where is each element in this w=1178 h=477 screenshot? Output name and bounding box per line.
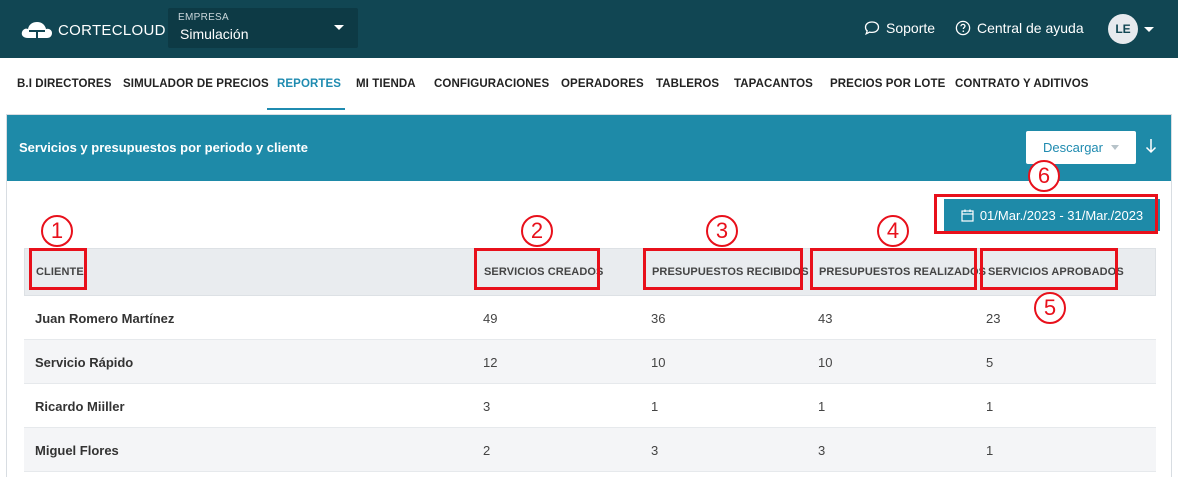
panel-header: Servicios y presupuestos por periodo y c…	[7, 115, 1171, 181]
report-panel: Servicios y presupuestos por periodo y c…	[6, 114, 1172, 477]
annotation-marker-2: 2	[521, 215, 553, 247]
table-row: Miguel Flores 2 3 3 1	[24, 428, 1156, 472]
cell-servicios-creados: 2	[483, 443, 491, 458]
annotation-box-presupuestos-realizados	[810, 248, 977, 290]
annotation-box-servicios-creados	[474, 248, 600, 290]
brand-logo[interactable]: CORTECLOUD	[20, 18, 166, 42]
cell-servicios-creados: 12	[483, 355, 498, 370]
main-nav: B.I DIRECTORES SIMULADOR DE PRECIOS REPO…	[0, 58, 1178, 110]
cell-presupuestos-realizados: 1	[818, 399, 826, 414]
nav-mi-tienda[interactable]: MI TIENDA	[356, 78, 416, 90]
download-label: Descargar	[1043, 140, 1103, 155]
support-label: Soporte	[886, 20, 936, 36]
cell-servicios-creados: 49	[483, 311, 498, 326]
company-selector[interactable]: EMPRESA Simulación	[168, 8, 358, 48]
cell-servicios-aprobados: 1	[986, 399, 994, 414]
cell-cliente: Ricardo Miiller	[35, 399, 125, 414]
nav-precios-por-lote[interactable]: PRECIOS POR LOTE	[830, 78, 945, 90]
cell-servicios-aprobados: 23	[986, 311, 1001, 326]
arrow-down-icon[interactable]	[1145, 138, 1157, 154]
support-link[interactable]: Soporte	[864, 20, 935, 36]
nav-bi-directores[interactable]: B.I DIRECTORES	[17, 78, 111, 90]
company-value: Simulación	[180, 26, 249, 42]
annotation-marker-4: 4	[877, 215, 909, 247]
panel-title: Servicios y presupuestos por periodo y c…	[19, 140, 308, 155]
annotation-marker-6: 6	[1028, 160, 1060, 192]
cell-cliente: Juan Romero Martínez	[35, 311, 175, 326]
cell-cliente: Miguel Flores	[35, 443, 119, 458]
annotation-marker-3: 3	[706, 215, 738, 247]
chevron-down-icon	[1110, 145, 1119, 150]
help-center-link[interactable]: Central de ayuda	[955, 20, 1084, 36]
nav-tableros[interactable]: TABLEROS	[656, 78, 719, 90]
cell-servicios-aprobados: 5	[986, 355, 994, 370]
table-row: Ricardo Miiller 3 1 1 1	[24, 384, 1156, 428]
avatar: LE	[1108, 14, 1138, 44]
cell-presupuestos-realizados: 3	[818, 443, 826, 458]
brand-name: CORTECLOUD	[58, 21, 166, 39]
annotation-box-presupuestos-recibidos	[643, 248, 803, 290]
active-tab-indicator	[267, 108, 345, 110]
help-label: Central de ayuda	[977, 20, 1084, 36]
table-row: Servicio Rápido 12 10 10 5	[24, 340, 1156, 384]
annotation-box-date-range	[934, 194, 1158, 234]
company-label: EMPRESA	[178, 12, 230, 23]
annotation-box-servicios-aprobados	[980, 248, 1118, 290]
nav-reportes[interactable]: REPORTES	[277, 78, 341, 90]
nav-configuraciones[interactable]: CONFIGURACIONES	[434, 78, 549, 90]
annotation-marker-1: 1	[41, 215, 73, 247]
cell-servicios-aprobados: 1	[986, 443, 994, 458]
nav-simulador-de-precios[interactable]: SIMULADOR DE PRECIOS	[123, 78, 269, 90]
annotation-marker-5: 5	[1034, 292, 1066, 324]
nav-operadores[interactable]: OPERADORES	[561, 78, 644, 90]
nav-tapacantos[interactable]: TAPACANTOS	[734, 78, 813, 90]
chat-bubble-icon	[864, 20, 880, 36]
cell-presupuestos-realizados: 43	[818, 311, 833, 326]
cloud-logo-icon	[20, 20, 54, 40]
cell-servicios-creados: 3	[483, 399, 491, 414]
table-row: Juan Romero Martínez 49 36 43 23	[24, 296, 1156, 340]
cell-presupuestos-realizados: 10	[818, 355, 833, 370]
cell-presupuestos-recibidos: 3	[651, 443, 659, 458]
top-bar: CORTECLOUD EMPRESA Simulación Soporte Ce…	[0, 0, 1178, 58]
cell-presupuestos-recibidos: 10	[651, 355, 666, 370]
chevron-down-icon	[334, 25, 344, 30]
nav-contrato-y-aditivos[interactable]: CONTRATO Y ADITIVOS	[955, 78, 1089, 90]
cell-presupuestos-recibidos: 1	[651, 399, 659, 414]
cell-cliente: Servicio Rápido	[35, 355, 134, 370]
annotation-box-cliente	[29, 248, 87, 290]
help-circle-icon	[955, 20, 971, 36]
chevron-down-icon	[1144, 26, 1154, 32]
cell-presupuestos-recibidos: 36	[651, 311, 666, 326]
user-menu[interactable]: LE	[1108, 14, 1154, 44]
